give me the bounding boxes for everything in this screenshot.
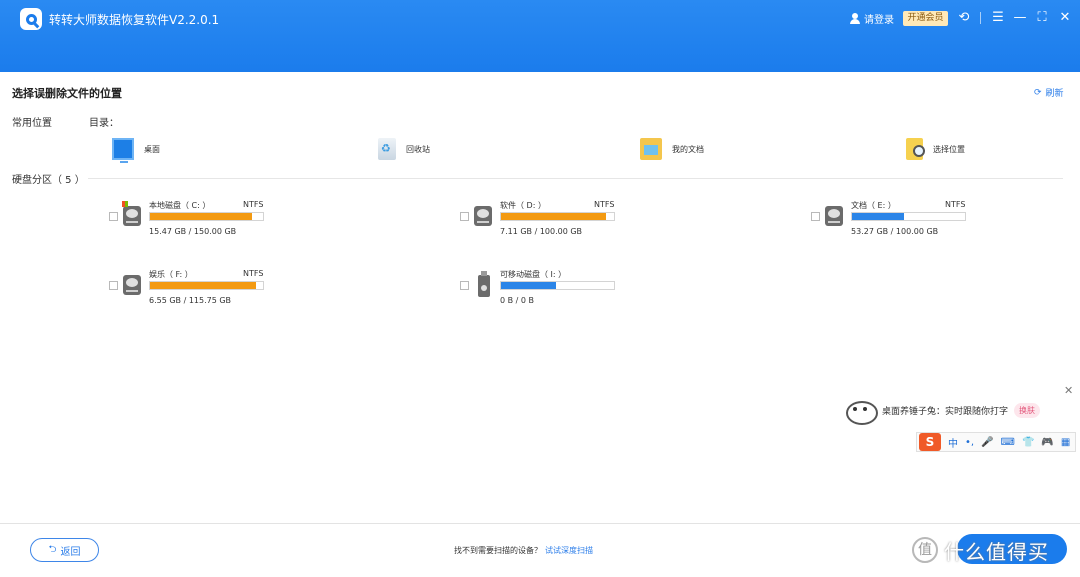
desktop-icon — [112, 138, 134, 163]
ime-tip-bubble[interactable]: 桌面养锤子兔：实时跟随你打字 换肤 — [842, 394, 1076, 426]
page-title: 选择误删除文件的位置 — [12, 87, 122, 100]
drive-size: 15.47 GB / 150.00 GB — [149, 227, 237, 236]
drive-name: 文档（ E: ） — [851, 201, 896, 210]
partitions-divider — [88, 178, 1063, 179]
disk-icon — [474, 206, 492, 226]
refresh-label: 刷新 — [1045, 89, 1064, 99]
documents-folder-icon — [640, 138, 662, 160]
drive-size: 6.55 GB / 115.75 GB — [149, 296, 232, 305]
drive-usage-bar — [500, 281, 615, 290]
rabbit-mascot-icon — [842, 397, 878, 425]
directory-label: 目录： — [89, 118, 119, 129]
drive-checkbox[interactable] — [460, 212, 469, 221]
close-icon[interactable]: ✕ — [1058, 11, 1072, 25]
title-bar: 转转大师数据恢复软件V2.2.0.1 请登录 开通会员 ⟲ ☰ — ⛶ ✕ — [0, 0, 1080, 72]
drive-usage-fill — [150, 213, 252, 220]
ime-microphone-icon[interactable]: 🎤 — [981, 437, 993, 448]
user-icon — [850, 13, 860, 24]
disk-icon — [825, 206, 843, 226]
drive-filesystem: NTFS — [243, 200, 264, 209]
history-icon[interactable]: ⟲ — [957, 11, 971, 25]
choose-folder-icon — [906, 138, 925, 160]
recycle-bin-icon — [378, 138, 396, 160]
drive-size: 7.11 GB / 100.00 GB — [500, 227, 583, 236]
back-arrow-icon: ⮌ — [48, 543, 57, 555]
back-label: 返回 — [60, 546, 81, 558]
drive-item[interactable]: 软件（ D: ） NTFS 7.11 GB / 100.00 GB — [460, 200, 760, 240]
location-label: 我的文档 — [672, 144, 704, 154]
usb-drive-icon — [474, 271, 492, 297]
app-title: 转转大师数据恢复软件V2.2.0.1 — [49, 13, 220, 27]
ime-chinese-mode-button[interactable]: 中 — [948, 435, 958, 450]
ime-toolbar: S 中 •, 🎤 ⌨ 👕 🎮 ▦ — [916, 432, 1076, 452]
drive-item[interactable]: 本地磁盘（ C: ） NTFS 15.47 GB / 150.00 GB — [109, 200, 409, 240]
login-label: 请登录 — [864, 15, 894, 26]
ime-keyboard-icon[interactable]: ⌨ — [1001, 437, 1015, 448]
app-logo-icon — [20, 8, 42, 30]
drive-usage-bar — [149, 281, 264, 290]
ime-tip-text: 桌面养锤子兔：实时跟随你打字 — [882, 406, 1009, 417]
sogou-logo-icon[interactable]: S — [919, 433, 941, 451]
ime-skin-icon[interactable]: 👕 — [1022, 437, 1034, 448]
drive-name: 可移动磁盘（ I: ） — [500, 270, 567, 279]
watermark-text: 什么值得买 — [944, 539, 1049, 564]
drive-item[interactable]: 可移动磁盘（ I: ） 0 B / 0 B — [460, 269, 760, 309]
drive-usage-bar — [851, 212, 966, 221]
menu-icon[interactable]: ☰ — [991, 11, 1005, 25]
location-label: 桌面 — [144, 144, 160, 154]
common-locations-label: 常用位置 — [12, 118, 52, 129]
drive-usage-fill — [501, 282, 557, 289]
drive-usage-fill — [501, 213, 607, 220]
system-disk-icon — [122, 201, 141, 226]
location-choose[interactable]: 选择位置 — [906, 138, 965, 160]
refresh-icon: ⟳ — [1034, 87, 1042, 98]
partitions-label: 硬盘分区（ 5 ） — [12, 175, 85, 186]
drive-name: 软件（ D: ） — [500, 201, 546, 210]
drive-filesystem: NTFS — [243, 269, 264, 278]
login-button[interactable]: 请登录 — [850, 11, 894, 26]
drive-filesystem: NTFS — [945, 200, 966, 209]
drive-checkbox[interactable] — [109, 281, 118, 290]
drive-name: 娱乐（ F: ） — [149, 270, 193, 279]
disk-icon — [123, 275, 141, 295]
drive-usage-fill — [852, 213, 904, 220]
drive-usage-bar — [500, 212, 615, 221]
location-label: 选择位置 — [933, 144, 965, 154]
ime-punctuation-icon[interactable]: •, — [965, 437, 974, 448]
ime-skin-button[interactable]: 换肤 — [1014, 402, 1041, 418]
drive-checkbox[interactable] — [109, 212, 118, 221]
drive-size: 0 B / 0 B — [500, 296, 535, 305]
drive-size: 53.27 GB / 100.00 GB — [851, 227, 939, 236]
maximize-icon[interactable]: ⛶ — [1035, 11, 1049, 25]
footer-hint: 找不到需要扫描的设备？ — [454, 546, 542, 555]
vip-button[interactable]: 开通会员 — [903, 11, 948, 26]
back-button[interactable]: ⮌ 返回 — [30, 538, 99, 562]
ime-toolbox-icon[interactable]: ▦ — [1061, 437, 1070, 448]
drive-usage-bar — [149, 212, 264, 221]
ime-game-icon[interactable]: 🎮 — [1041, 437, 1053, 448]
location-desktop[interactable]: 桌面 — [112, 138, 160, 163]
titlebar-divider — [980, 12, 981, 24]
drive-name: 本地磁盘（ C: ） — [149, 201, 211, 210]
footer-divider — [0, 523, 1080, 524]
location-recycle-bin[interactable]: 回收站 — [376, 138, 430, 160]
deep-scan-link[interactable]: 试试深度扫描 — [545, 545, 593, 556]
watermark-logo-icon: 值 — [912, 537, 938, 563]
drive-usage-fill — [150, 282, 257, 289]
drive-checkbox[interactable] — [460, 281, 469, 290]
drive-item[interactable]: 娱乐（ F: ） NTFS 6.55 GB / 115.75 GB — [109, 269, 409, 309]
location-label: 回收站 — [406, 144, 430, 154]
drive-checkbox[interactable] — [811, 212, 820, 221]
location-my-documents[interactable]: 我的文档 — [640, 138, 704, 160]
refresh-button[interactable]: ⟳ 刷新 — [1034, 86, 1064, 100]
minimize-icon[interactable]: — — [1013, 11, 1027, 25]
drive-filesystem: NTFS — [594, 200, 615, 209]
drive-item[interactable]: 文档（ E: ） NTFS 53.27 GB / 100.00 GB — [811, 200, 1080, 240]
site-watermark: 值 什么值得买 — [912, 534, 1080, 566]
